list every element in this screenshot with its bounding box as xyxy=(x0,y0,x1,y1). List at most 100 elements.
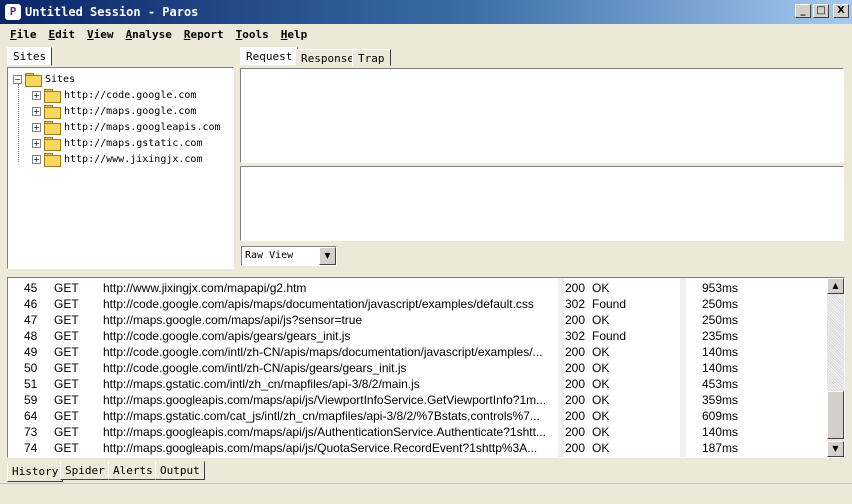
expand-icon[interactable]: + xyxy=(32,106,41,116)
menu-analyse[interactable]: Analyse xyxy=(120,28,178,41)
cell-reason: OK xyxy=(592,393,610,407)
scroll-up-icon[interactable]: ▲ xyxy=(827,278,844,294)
tree-item-site[interactable]: + http://code.google.com xyxy=(32,87,196,103)
cell-id: 46 xyxy=(24,297,38,311)
dropdown-arrow-icon[interactable]: ▼ xyxy=(319,247,336,265)
tree-root-sites[interactable]: − Sites xyxy=(13,71,75,87)
cell-reason: OK xyxy=(592,281,610,295)
tree-item-site[interactable]: + http://www.jixingjx.com xyxy=(32,151,202,167)
cell-reason: OK xyxy=(592,313,610,327)
cell-id: 74 xyxy=(24,441,38,455)
expand-icon[interactable]: + xyxy=(32,122,41,132)
tree-item-site[interactable]: + http://maps.gstatic.com xyxy=(32,135,202,151)
cell-url: http://maps.googleapis.com/maps/api/js/Q… xyxy=(103,441,538,455)
folder-icon xyxy=(44,105,61,119)
request-header-area[interactable] xyxy=(240,68,844,163)
menu-help[interactable]: Help xyxy=(275,28,314,41)
cell-url: http://maps.gstatic.com/intl/zh_cn/mapfi… xyxy=(103,377,420,391)
cell-id: 59 xyxy=(24,393,38,407)
scroll-down-icon[interactable]: ▼ xyxy=(827,441,844,457)
cell-method: GET xyxy=(54,329,79,343)
cell-status-code: 302 xyxy=(565,329,591,343)
cell-time: 140ms xyxy=(702,425,739,439)
expand-icon[interactable]: + xyxy=(32,154,41,164)
cell-time: 953ms xyxy=(702,281,739,295)
close-button[interactable]: X xyxy=(833,4,849,18)
tab-request[interactable]: Request xyxy=(240,47,299,66)
folder-icon xyxy=(44,89,61,103)
tab-trap[interactable]: Trap xyxy=(352,49,391,66)
expand-icon[interactable]: + xyxy=(32,90,41,100)
cell-method: GET xyxy=(54,441,79,455)
cell-url: http://maps.googleapis.com/maps/api/js/A… xyxy=(103,425,546,439)
table-row[interactable]: 50 GET http://code.google.com/intl/zh-CN… xyxy=(8,360,828,376)
cell-reason: OK xyxy=(592,361,610,375)
table-row[interactable]: 74 GET http://maps.googleapis.com/maps/a… xyxy=(8,440,828,456)
tab-history[interactable]: History xyxy=(7,462,64,482)
cell-method: GET xyxy=(54,281,79,295)
menu-report[interactable]: Report xyxy=(178,28,230,41)
cell-id: 51 xyxy=(24,377,38,391)
tab-spider[interactable]: Spider xyxy=(60,461,110,480)
table-row[interactable]: 59 GET http://maps.googleapis.com/maps/a… xyxy=(8,392,828,408)
table-row[interactable]: 49 GET http://code.google.com/intl/zh-CN… xyxy=(8,344,828,360)
title-bar: P Untitled Session - Paros _ □ X xyxy=(0,0,852,24)
scrollbar-thumb[interactable] xyxy=(827,391,844,439)
cell-time: 140ms xyxy=(702,345,739,359)
cell-url: http://www.jixingjx.com/mapapi/g2.htm xyxy=(103,281,307,295)
cell-method: GET xyxy=(54,393,79,407)
cell-method: GET xyxy=(54,297,79,311)
cell-time: 453ms xyxy=(702,377,739,391)
table-row[interactable]: 46 GET http://code.google.com/apis/maps/… xyxy=(8,296,828,312)
tab-sites[interactable]: Sites xyxy=(7,47,53,66)
cell-status-code: 200 xyxy=(565,377,591,391)
cell-url: http://code.google.com/apis/maps/documen… xyxy=(103,297,534,311)
cell-id: 48 xyxy=(24,329,38,343)
view-mode-select[interactable]: Raw View ▼ xyxy=(241,246,337,266)
table-row[interactable]: 51 GET http://maps.gstatic.com/intl/zh_c… xyxy=(8,376,828,392)
expand-icon[interactable]: + xyxy=(32,138,41,148)
collapse-icon[interactable]: − xyxy=(13,74,22,84)
cell-status-code: 200 xyxy=(565,361,591,375)
cell-time: 140ms xyxy=(702,361,739,375)
table-row[interactable]: 48 GET http://code.google.com/apis/gears… xyxy=(8,328,828,344)
tree-item-site[interactable]: + http://maps.google.com xyxy=(32,103,196,119)
cell-reason: Found xyxy=(592,297,627,311)
table-row[interactable]: 73 GET http://maps.googleapis.com/maps/a… xyxy=(8,424,828,440)
table-row[interactable]: 47 GET http://maps.google.com/maps/api/j… xyxy=(8,312,828,328)
table-row[interactable]: 64 GET http://maps.gstatic.com/cat_js/in… xyxy=(8,408,828,424)
menu-tools[interactable]: Tools xyxy=(230,28,275,41)
cell-status-code: 302 xyxy=(565,297,591,311)
menu-edit[interactable]: Edit xyxy=(43,28,82,41)
tree-item-label: http://maps.googleapis.com xyxy=(64,121,221,133)
cell-time: 250ms xyxy=(702,297,739,311)
cell-method: GET xyxy=(54,361,79,375)
cell-method: GET xyxy=(54,425,79,439)
cell-id: 64 xyxy=(24,409,38,423)
menu-view[interactable]: View xyxy=(81,28,120,41)
folder-icon xyxy=(25,73,42,87)
sites-tree: − Sites + http://code.google.com + http:… xyxy=(7,67,234,269)
cell-status-code: 200 xyxy=(565,441,591,455)
cell-time: 235ms xyxy=(702,329,739,343)
tab-response[interactable]: Response xyxy=(295,49,360,66)
tree-item-site[interactable]: + http://maps.googleapis.com xyxy=(32,119,221,135)
maximize-button[interactable]: □ xyxy=(813,4,829,18)
cell-url: http://maps.google.com/maps/api/js?senso… xyxy=(103,313,363,327)
cell-status-code: 200 xyxy=(565,313,591,327)
tab-alerts[interactable]: Alerts xyxy=(108,461,158,480)
cell-reason: OK xyxy=(592,409,610,423)
paros-app-icon: P xyxy=(5,4,21,20)
tree-item-label: http://www.jixingjx.com xyxy=(64,153,203,165)
minimize-button[interactable]: _ xyxy=(795,4,811,18)
cell-url: http://maps.googleapis.com/maps/api/js/V… xyxy=(103,393,547,407)
request-body-area[interactable] xyxy=(240,166,844,241)
tab-output[interactable]: Output xyxy=(155,461,205,480)
history-scrollbar[interactable]: ▲ ▼ xyxy=(827,278,844,457)
menu-file[interactable]: File xyxy=(4,28,43,41)
tree-connector xyxy=(18,84,19,162)
table-row[interactable]: 45 GET http://www.jixingjx.com/mapapi/g2… xyxy=(8,280,828,296)
cell-status-code: 200 xyxy=(565,345,591,359)
tree-root-label: Sites xyxy=(45,73,76,85)
cell-id: 45 xyxy=(24,281,38,295)
